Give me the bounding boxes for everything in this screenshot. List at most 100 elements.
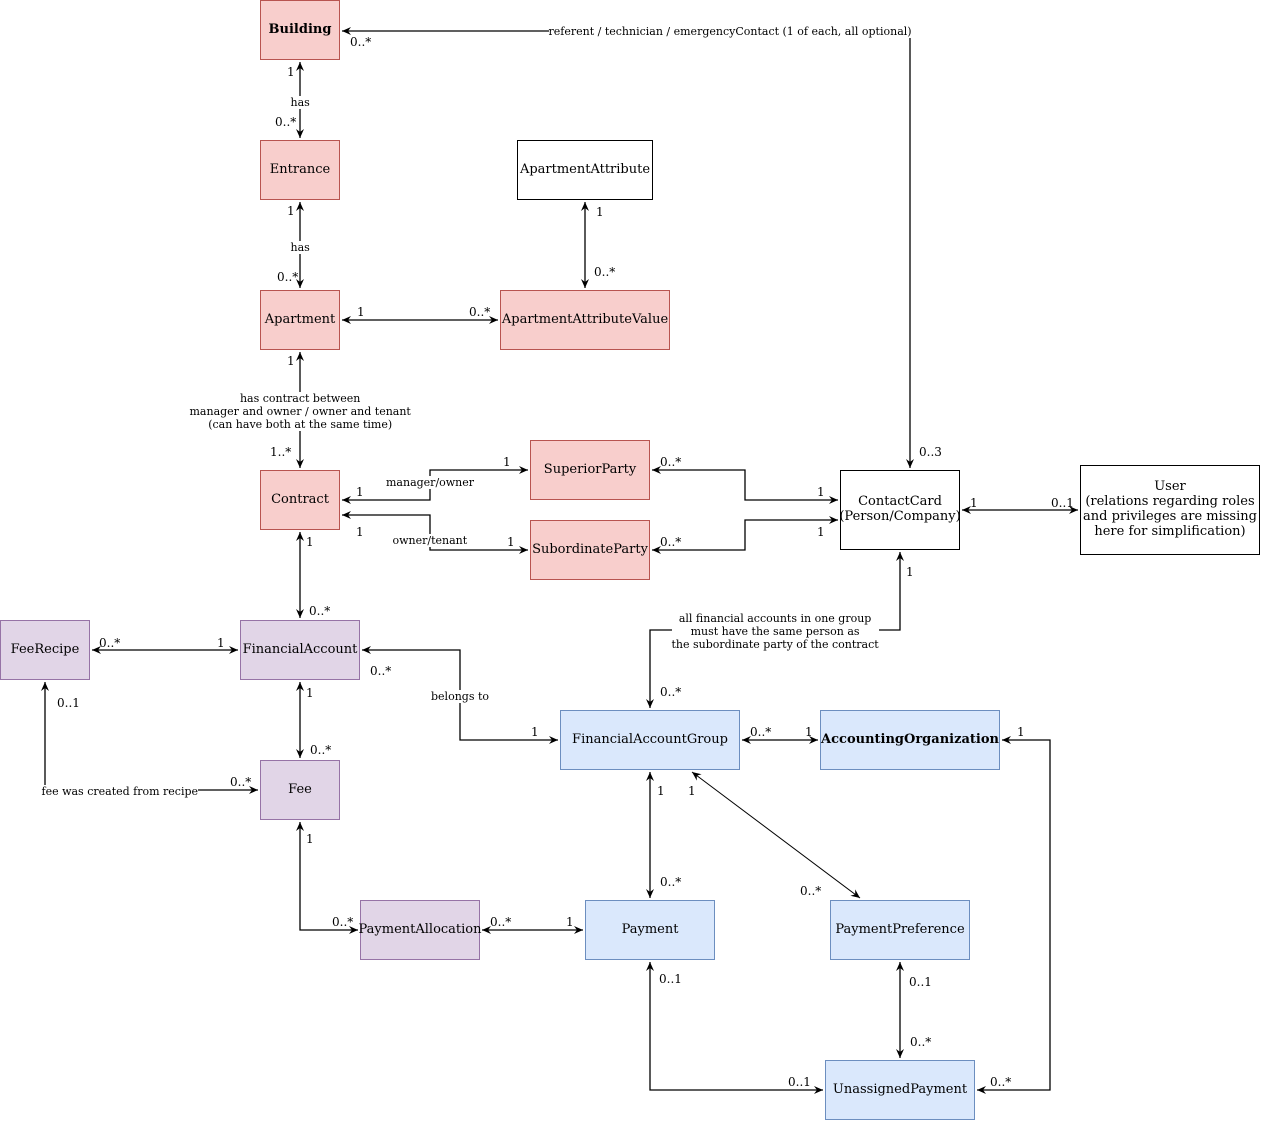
entity-fee[interactable]: Fee — [260, 760, 340, 820]
relation-label: all financial accounts in one group must… — [671, 611, 879, 651]
multiplicity-label: 1 — [287, 65, 295, 79]
entity-label: Contract — [271, 491, 329, 507]
multiplicity-label: 0..* — [660, 535, 682, 549]
entity-financial-account[interactable]: FinancialAccount — [240, 620, 360, 680]
entity-superior-party[interactable]: SuperiorParty — [530, 440, 650, 500]
entity-label: FinancialAccount — [242, 641, 358, 657]
relation-accounting-organization-unassigned-payment[interactable] — [977, 736, 1051, 1094]
multiplicity-label: 0..* — [275, 115, 297, 129]
entity-entrance[interactable]: Entrance — [260, 140, 340, 200]
entity-accounting-organization[interactable]: AccountingOrganization — [820, 710, 1000, 770]
relation-label: belongs to — [431, 689, 490, 703]
entity-user[interactable]: User (relations regarding roles and priv… — [1080, 465, 1260, 555]
diagram-canvas: Building Entrance Apartment ApartmentAttrib… — [0, 0, 1261, 1121]
entity-subordinate-party[interactable]: SubordinateParty — [530, 520, 650, 580]
multiplicity-label: 0..* — [910, 1035, 932, 1049]
multiplicity-label: 1 — [970, 496, 978, 510]
multiplicity-label: 1 — [1017, 725, 1025, 739]
entity-label: ContactCard (Person/Company) — [839, 494, 961, 524]
entity-label: User (relations regarding roles and priv… — [1083, 479, 1257, 539]
multiplicity-label: 0..1 — [788, 1075, 811, 1089]
multiplicity-label: 0..* — [990, 1075, 1012, 1089]
multiplicity-label: 1 — [503, 455, 511, 469]
relation-label: fee was created from recipe — [41, 784, 199, 798]
entity-contract[interactable]: Contract — [260, 470, 340, 530]
multiplicity-label: 0..* — [469, 305, 491, 319]
multiplicity-label: 0..1 — [1051, 496, 1074, 510]
multiplicity-label: 1 — [817, 525, 825, 539]
multiplicity-label: 0..* — [230, 775, 252, 789]
entity-contact-card[interactable]: ContactCard (Person/Company) — [839, 470, 961, 550]
entity-financial-account-group[interactable]: FinancialAccountGroup — [560, 710, 740, 770]
multiplicity-label: 0..* — [594, 265, 616, 279]
relation-label: manager/owner — [386, 475, 475, 489]
entity-label: UnassignedPayment — [832, 1081, 968, 1097]
multiplicity-label: 0..* — [800, 884, 822, 898]
multiplicity-label: 0..* — [350, 35, 372, 49]
entity-label: SubordinateParty — [532, 541, 648, 557]
multiplicity-label: 0..* — [310, 743, 332, 757]
entity-label: SuperiorParty — [543, 461, 637, 477]
entity-label: PaymentAllocation — [358, 921, 482, 937]
entity-fee-recipe[interactable]: FeeRecipe — [0, 620, 90, 680]
entity-unassigned-payment[interactable]: UnassignedPayment — [825, 1060, 975, 1120]
multiplicity-label: 1 — [306, 686, 314, 700]
entity-label: Payment — [621, 921, 679, 937]
multiplicity-label: 0..* — [660, 455, 682, 469]
multiplicity-label: 1 — [306, 832, 314, 846]
entity-label: ApartmentAttribute — [519, 161, 651, 177]
relation-label: referent / technician / emergencyContact… — [548, 24, 912, 38]
entity-label: ApartmentAttributeValue — [501, 311, 669, 327]
entity-label: FeeRecipe — [10, 641, 80, 657]
multiplicity-label: 1 — [531, 725, 539, 739]
multiplicity-label: 1 — [688, 784, 696, 798]
multiplicity-label: 1 — [817, 485, 825, 499]
multiplicity-label: 1 — [357, 305, 365, 319]
relation-label: owner/tenant — [392, 533, 468, 547]
entity-apartment-attribute[interactable]: ApartmentAttribute — [517, 140, 653, 200]
entity-building[interactable]: Building — [260, 0, 340, 60]
entity-label: PaymentPreference — [835, 921, 965, 937]
entity-apartment[interactable]: Apartment — [260, 290, 340, 350]
relation-label: has contract between manager and owner /… — [189, 391, 411, 431]
multiplicity-label: 1 — [906, 565, 914, 579]
entity-label: Apartment — [264, 311, 336, 327]
multiplicity-label: 1 — [356, 525, 364, 539]
multiplicity-label: 0..* — [660, 875, 682, 889]
relation-contact-card-building[interactable] — [342, 27, 914, 468]
multiplicity-label: 1 — [287, 354, 295, 368]
multiplicity-label: 1 — [596, 205, 604, 219]
entity-label: Fee — [288, 781, 312, 797]
relation-label: has — [290, 95, 310, 109]
multiplicity-label: 0..* — [332, 915, 354, 929]
relation-financial-account-group-payment-preference[interactable] — [691, 771, 861, 899]
relation-superior-party-contact-card[interactable] — [652, 466, 838, 504]
multiplicity-label: 1..* — [270, 445, 292, 459]
multiplicity-label: 0..1 — [57, 696, 80, 710]
multiplicity-label: 1 — [805, 725, 813, 739]
entity-payment[interactable]: Payment — [585, 900, 715, 960]
multiplicity-label: 0..* — [750, 725, 772, 739]
multiplicity-label: 1 — [356, 485, 364, 499]
multiplicity-label: 1 — [287, 204, 295, 218]
multiplicity-label: 0..* — [99, 636, 121, 650]
multiplicity-label: 0..* — [490, 915, 512, 929]
multiplicity-label: 1 — [657, 784, 665, 798]
multiplicity-label: 0..* — [277, 270, 299, 284]
entity-payment-allocation[interactable]: PaymentAllocation — [358, 900, 482, 960]
entity-label: AccountingOrganization — [821, 731, 999, 747]
entity-label: Building — [268, 21, 332, 37]
entity-apartment-attribute-value[interactable]: ApartmentAttributeValue — [500, 290, 670, 350]
multiplicity-label: 0..* — [309, 604, 331, 618]
entity-label: FinancialAccountGroup — [572, 731, 728, 747]
entity-payment-preference[interactable]: PaymentPreference — [830, 900, 970, 960]
multiplicity-label: 1 — [566, 915, 574, 929]
multiplicity-label: 0..* — [370, 664, 392, 678]
entity-label: Entrance — [269, 161, 331, 177]
multiplicity-label: 0..1 — [659, 972, 682, 986]
multiplicity-label: 0..* — [660, 685, 682, 699]
relation-label: has — [290, 240, 310, 254]
multiplicity-label: 1 — [217, 636, 225, 650]
multiplicity-label: 0..3 — [919, 445, 942, 459]
multiplicity-label: 0..1 — [909, 975, 932, 989]
